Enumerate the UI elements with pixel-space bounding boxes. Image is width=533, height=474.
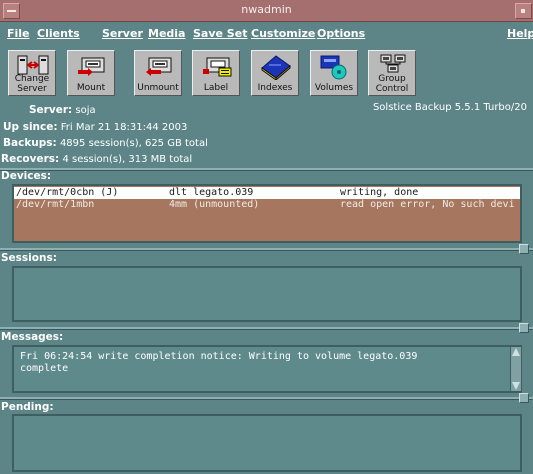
- messages-scrollbar[interactable]: [510, 347, 521, 391]
- message-line: Fri 06:24:54 write completion notice: Wr…: [20, 351, 418, 362]
- recovers-row: Recovers: 4 session(s), 313 MB total: [1, 153, 192, 167]
- volumes-label: Volumes: [314, 83, 354, 93]
- menu-bar: File Clients Server Media Save Set Custo…: [0, 22, 533, 46]
- window-title: nwadmin: [241, 3, 292, 16]
- volumes-icon: [320, 55, 347, 80]
- device-volume: dlt legato.039: [169, 187, 254, 198]
- version-text: Solstice Backup 5.5.1 Turbo/20: [372, 102, 527, 113]
- messages-label: Messages:: [1, 331, 64, 343]
- server-value: soja: [75, 105, 96, 116]
- recovers-value: 4 session(s), 313 MB total: [62, 154, 193, 165]
- label-icon: [203, 57, 232, 77]
- scroll-down-icon[interactable]: [512, 382, 520, 390]
- server-label: Server:: [29, 104, 73, 116]
- group-control-label-1: Group: [378, 74, 406, 84]
- label-button[interactable]: Label: [192, 50, 240, 96]
- mount-button[interactable]: Mount: [67, 50, 115, 96]
- pending-list[interactable]: [12, 414, 522, 472]
- title-bar: nwadmin: [0, 0, 533, 22]
- menu-server[interactable]: Server: [102, 27, 143, 40]
- scroll-up-icon[interactable]: [512, 348, 520, 356]
- change-server-label-1: Change: [14, 74, 50, 84]
- indexes-button[interactable]: Indexes: [251, 50, 299, 96]
- toolbar: Change Server Mount Unmount Label Indexe…: [0, 46, 533, 102]
- sessions-sash-handle[interactable]: [519, 244, 529, 254]
- window-minimize-button[interactable]: [515, 3, 532, 19]
- sessions-label: Sessions:: [1, 252, 57, 264]
- up-since-value: Fri Mar 21 18:31:44 2003: [60, 122, 188, 133]
- devices-label: Devices:: [1, 170, 52, 182]
- sessions-list[interactable]: [12, 266, 522, 322]
- device-message: writing, done: [340, 187, 419, 198]
- menu-media[interactable]: Media: [148, 27, 185, 40]
- unmount-icon: [146, 57, 172, 76]
- menu-help[interactable]: Help: [507, 27, 533, 40]
- backups-value: 4895 session(s), 625 GB total: [59, 138, 208, 149]
- change-server-label-2: Server: [17, 84, 47, 94]
- device-row[interactable]: /dev/rmt/1mbn 4mm (unmounted) read open …: [14, 199, 520, 211]
- indexes-label: Indexes: [257, 83, 293, 93]
- change-server-button[interactable]: Change Server: [8, 50, 56, 96]
- server-info: Server: soja Up since: Fri Mar 21 18:31:…: [0, 102, 533, 168]
- device-volume: 4mm (unmounted): [169, 199, 260, 210]
- mount-icon: [78, 57, 105, 76]
- volumes-button[interactable]: Volumes: [310, 50, 358, 96]
- backups-row: Backups: 4895 session(s), 625 GB total: [3, 137, 208, 151]
- unmount-label: Unmount: [137, 83, 179, 93]
- devices-list[interactable]: /dev/rmt/0cbn (J) dlt legato.039 writing…: [12, 184, 522, 243]
- pending-label: Pending:: [1, 401, 54, 413]
- messages-log[interactable]: Fri 06:24:54 write completion notice: Wr…: [12, 345, 522, 393]
- sessions-sash[interactable]: [0, 248, 533, 251]
- device-message: read open error, No such devi: [340, 199, 515, 210]
- menu-options[interactable]: Options: [317, 27, 365, 40]
- up-since-label: Up since:: [3, 121, 58, 133]
- server-row: Server: soja: [29, 104, 96, 118]
- pending-sash-handle[interactable]: [519, 393, 529, 403]
- menu-customize[interactable]: Customize: [251, 27, 315, 40]
- menu-file[interactable]: File: [7, 27, 30, 40]
- change-server-icon: [17, 55, 49, 75]
- device-path: /dev/rmt/0cbn (J): [16, 187, 119, 198]
- group-control-label-2: Control: [375, 84, 409, 94]
- device-path: /dev/rmt/1mbn: [16, 199, 95, 210]
- message-line: complete: [20, 363, 69, 374]
- group-control-icon: [380, 54, 406, 73]
- label-label: Label: [203, 83, 229, 93]
- message-text: Fri 06:24:54 write completion notice: Wr…: [20, 351, 417, 375]
- recovers-label: Recovers:: [1, 153, 60, 165]
- menu-clients[interactable]: Clients: [37, 27, 80, 40]
- devices-sash[interactable]: [0, 168, 533, 171]
- pending-sash[interactable]: [0, 397, 533, 400]
- indexes-icon: [261, 55, 291, 80]
- messages-sash[interactable]: [0, 327, 533, 330]
- unmount-button[interactable]: Unmount: [134, 50, 182, 96]
- menu-save-set[interactable]: Save Set: [193, 27, 247, 40]
- backups-label: Backups:: [3, 137, 57, 149]
- group-control-button[interactable]: Group Control: [368, 50, 416, 96]
- device-row[interactable]: /dev/rmt/0cbn (J) dlt legato.039 writing…: [14, 187, 520, 199]
- up-since-row: Up since: Fri Mar 21 18:31:44 2003: [3, 121, 187, 135]
- mount-label: Mount: [76, 83, 106, 93]
- messages-sash-handle[interactable]: [519, 323, 529, 333]
